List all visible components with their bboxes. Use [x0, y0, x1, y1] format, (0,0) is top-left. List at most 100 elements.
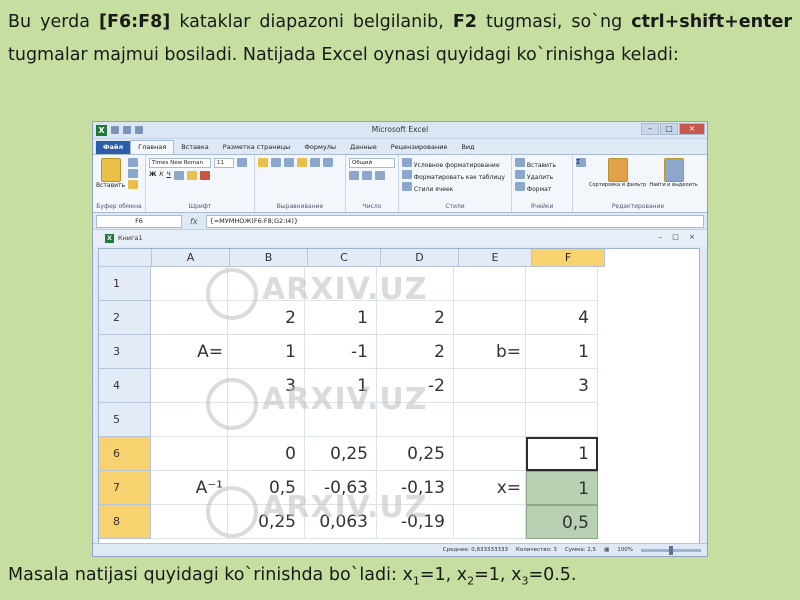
row-header[interactable]: 1: [99, 267, 151, 301]
row-header[interactable]: 8: [99, 505, 151, 539]
percent-icon[interactable]: [362, 171, 372, 180]
col-header-d[interactable]: D: [381, 249, 459, 267]
orientation-icon[interactable]: [271, 158, 281, 167]
view-normal-icon[interactable]: ▦: [604, 547, 609, 553]
cell-f1[interactable]: [526, 267, 598, 301]
cell-styles-button[interactable]: Стили ячеек: [402, 182, 453, 193]
cell-e3[interactable]: b=: [454, 335, 526, 369]
cell-f4[interactable]: 3: [526, 369, 598, 403]
autosum-icon[interactable]: Σ: [576, 158, 586, 167]
cell-c8[interactable]: 0,063: [305, 505, 377, 539]
cell-e8[interactable]: [454, 505, 526, 539]
cell-b8[interactable]: 0,25: [228, 505, 305, 539]
cell-d5[interactable]: [377, 403, 454, 437]
zoom-level[interactable]: 100%: [617, 547, 633, 553]
tab-data[interactable]: Данные: [343, 141, 384, 154]
cell-c4[interactable]: 1: [305, 369, 377, 403]
col-header-f[interactable]: F: [532, 249, 605, 267]
bold-icon[interactable]: Ж: [149, 171, 156, 178]
align-center-icon[interactable]: [310, 158, 320, 167]
font-name-select[interactable]: Times New Roman: [149, 158, 211, 168]
cell-f3[interactable]: 1: [526, 335, 598, 369]
cell-b7[interactable]: 0,5: [228, 471, 305, 505]
minimize-icon[interactable]: –: [641, 123, 659, 135]
paste-button[interactable]: Вставить: [96, 158, 125, 189]
currency-icon[interactable]: [349, 171, 359, 180]
row-header[interactable]: 4: [99, 369, 151, 403]
row-header[interactable]: 6: [99, 437, 151, 471]
col-header-a[interactable]: A: [152, 249, 230, 267]
zoom-slider[interactable]: [641, 545, 701, 555]
number-format-select[interactable]: Общий: [349, 158, 395, 168]
col-header-e[interactable]: E: [459, 249, 532, 267]
row-header[interactable]: 2: [99, 301, 151, 335]
cell-e2[interactable]: [454, 301, 526, 335]
italic-icon[interactable]: К: [159, 171, 163, 178]
cell-a8[interactable]: [151, 505, 228, 539]
cell-f2[interactable]: 4: [526, 301, 598, 335]
select-all-corner[interactable]: [99, 249, 152, 267]
cell-c1[interactable]: [305, 267, 377, 301]
cell-c7[interactable]: -0,63: [305, 471, 377, 505]
cell-a1[interactable]: [151, 267, 228, 301]
find-select-button[interactable]: Найти и выделить: [649, 158, 698, 188]
tab-view[interactable]: Вид: [454, 141, 481, 154]
cell-d3[interactable]: 2: [377, 335, 454, 369]
cell-c2[interactable]: 1: [305, 301, 377, 335]
cell-c3[interactable]: -1: [305, 335, 377, 369]
cell-b5[interactable]: [228, 403, 305, 437]
cell-e4[interactable]: [454, 369, 526, 403]
tab-formulas[interactable]: Формулы: [297, 141, 343, 154]
cell-a3[interactable]: A=: [151, 335, 228, 369]
formula-input[interactable]: {=МУМНОЖ(F6:F8;G2:I4)}: [205, 214, 704, 228]
cell-b1[interactable]: [228, 267, 305, 301]
decimal-icon[interactable]: [375, 171, 385, 180]
cell-a7[interactable]: A⁻¹: [151, 471, 228, 505]
tab-page-layout[interactable]: Разметка страницы: [216, 141, 298, 154]
cell-a2[interactable]: [151, 301, 228, 335]
cell-c5[interactable]: [305, 403, 377, 437]
cell-c6[interactable]: 0,25: [305, 437, 377, 471]
workbook-window-controls[interactable]: – □ ×: [659, 233, 699, 241]
delete-cells-button[interactable]: Удалить: [515, 170, 553, 181]
wrap-text-icon[interactable]: [284, 158, 294, 167]
cell-d8[interactable]: -0,19: [377, 505, 454, 539]
insert-cells-button[interactable]: Вставить: [515, 158, 556, 169]
cut-icon[interactable]: [128, 158, 139, 167]
cell-b6[interactable]: 0: [228, 437, 305, 471]
cell-d4[interactable]: -2: [377, 369, 454, 403]
tab-file[interactable]: Файл: [96, 141, 131, 154]
cell-a5[interactable]: [151, 403, 228, 437]
cell-e5[interactable]: [454, 403, 526, 437]
cell-f7[interactable]: 1: [526, 471, 598, 505]
sort-filter-button[interactable]: Сортировка и фильтр: [589, 158, 646, 188]
font-size-select[interactable]: 11: [214, 158, 234, 168]
format-painter-icon[interactable]: [128, 180, 139, 189]
align-top-icon[interactable]: [258, 158, 268, 167]
row-header[interactable]: 7: [99, 471, 151, 505]
cell-e1[interactable]: [454, 267, 526, 301]
underline-icon[interactable]: Ч: [167, 171, 171, 178]
fx-icon[interactable]: fx: [186, 217, 202, 226]
format-table-button[interactable]: Форматировать как таблицу: [402, 170, 505, 181]
tab-insert[interactable]: Вставка: [174, 141, 216, 154]
tab-review[interactable]: Рецензирование: [384, 141, 455, 154]
cell-d7[interactable]: -0,13: [377, 471, 454, 505]
name-box[interactable]: F6: [96, 214, 182, 228]
col-header-c[interactable]: C: [308, 249, 381, 267]
row-header[interactable]: 5: [99, 403, 151, 437]
cell-f5[interactable]: [526, 403, 598, 437]
cell-f8[interactable]: 0,5: [526, 505, 598, 539]
zoom-knob[interactable]: [669, 545, 673, 555]
font-color-icon[interactable]: [199, 171, 210, 180]
cell-b3[interactable]: 1: [228, 335, 305, 369]
merge-icon[interactable]: [323, 158, 333, 167]
grow-font-icon[interactable]: [237, 158, 247, 167]
tab-home[interactable]: Главная: [130, 140, 175, 154]
row-header[interactable]: 3: [99, 335, 151, 369]
cell-d2[interactable]: 2: [377, 301, 454, 335]
conditional-format-button[interactable]: Условное форматирование: [402, 158, 500, 169]
maximize-icon[interactable]: □: [660, 123, 678, 135]
cell-d1[interactable]: [377, 267, 454, 301]
cell-b4[interactable]: 3: [228, 369, 305, 403]
